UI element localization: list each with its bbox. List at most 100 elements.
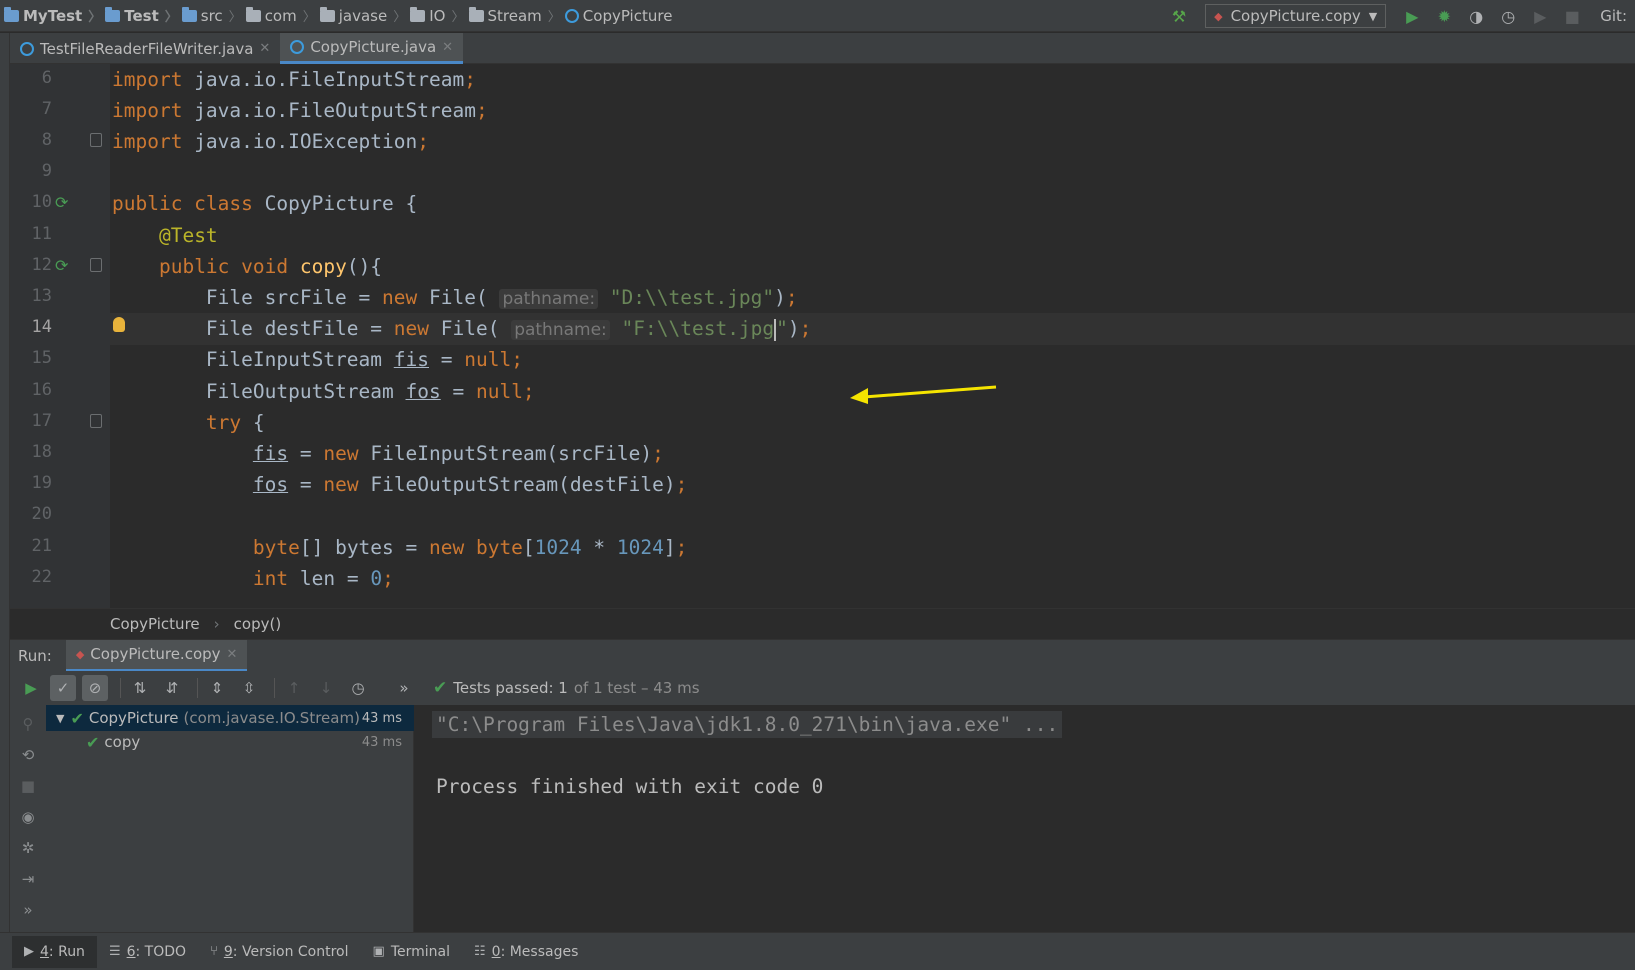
sort-by-duration-icon[interactable]: ⇵	[159, 675, 185, 701]
previous-failed-icon[interactable]: ↑	[281, 675, 307, 701]
run-side-toolbar: ⚲ ⟲ ■ ◉ ✲ ⇥ »	[10, 705, 46, 932]
stop-icon[interactable]: ■	[17, 775, 39, 797]
crumb-class[interactable]: CopyPicture	[561, 0, 672, 32]
next-failed-icon[interactable]: ↓	[313, 675, 339, 701]
export-icon[interactable]: ⇥	[17, 868, 39, 890]
tab-copypicture[interactable]: CopyPicture.java ✕	[280, 33, 464, 64]
tool-window-bar: ▶ 4: Run ☰ 6: TODO ⑂ 9: Version Control …	[0, 932, 1635, 970]
show-ignored-icon[interactable]: ⊘	[82, 675, 108, 701]
run-configuration-select[interactable]: ◆ CopyPicture.copy ▼	[1205, 4, 1387, 28]
build-hammer-icon[interactable]: ⚒	[1167, 4, 1191, 28]
code-line: File srcFile = new File( pathname: "D:\\…	[112, 286, 798, 309]
code-line: try {	[205, 411, 265, 434]
line-number: 13	[31, 286, 52, 306]
run-panel-header: Run: ◆ CopyPicture.copy ✕	[10, 639, 1635, 672]
chevron-right-icon: 〉	[88, 10, 102, 25]
package-icon	[245, 6, 261, 22]
tool-tab-terminal[interactable]: ▣ Terminal	[361, 936, 462, 968]
chevron-right-icon: 〉	[393, 10, 407, 25]
test-suite-row[interactable]: ▼ ✔ CopyPicture (com.javase.IO.Stream) 4…	[46, 705, 414, 731]
check-icon: ✔	[70, 708, 84, 728]
console-output[interactable]: "C:\Program Files\Java\jdk1.8.0_271\bin\…	[415, 705, 1635, 932]
lightbulb-icon[interactable]	[113, 317, 125, 332]
close-icon[interactable]: ✕	[259, 41, 270, 56]
run-icon[interactable]: ▶	[1400, 4, 1424, 28]
pin-tab-icon[interactable]: ⚲	[17, 713, 39, 735]
sort-alphabetically-icon[interactable]: ⇅	[127, 675, 153, 701]
crumb-module[interactable]: Test 〉	[101, 0, 178, 32]
tool-tab-version-control[interactable]: ⑂ 9: Version Control	[198, 936, 360, 968]
console-command-line[interactable]: "C:\Program Files\Java\jdk1.8.0_271\bin\…	[432, 711, 1063, 738]
code-line: @Test	[158, 224, 218, 247]
chevron-right-icon: 〉	[451, 10, 465, 25]
fold-marker-icon[interactable]	[90, 133, 102, 147]
run-test-gutter-icon[interactable]: ⟳	[55, 193, 68, 212]
collapse-all-icon[interactable]: ⇳	[236, 675, 262, 701]
tool-tab-run[interactable]: ▶ 4: Run	[12, 935, 97, 968]
debug-bug-icon[interactable]: ✹	[1432, 4, 1456, 28]
profile-icon[interactable]: ◷	[1496, 4, 1520, 28]
code-line: import java.io.FileOutputStream;	[112, 99, 488, 122]
run-toolbar: ▶ ✓ ⊘ ⇅ ⇵ ⇕ ⇳ ↑ ↓ ◷ » ✔ Tests passed: 1 …	[10, 671, 1635, 705]
tool-tab-messages[interactable]: ☷ 0: Messages	[462, 936, 590, 968]
package-icon	[319, 6, 335, 22]
crumb-com[interactable]: com 〉	[242, 0, 316, 32]
list-icon: ☰	[108, 944, 121, 959]
editor-breadcrumb: CopyPicture › copy()	[10, 608, 1635, 638]
java-class-icon	[290, 40, 305, 54]
console-exit-message: Process finished with exit code 0	[436, 775, 824, 798]
close-icon[interactable]: ✕	[442, 40, 453, 55]
line-number: 18	[31, 442, 52, 462]
code-editor[interactable]: 6 7 8 9 10 ⟳ 11 12 ⟳ 13 14 15 16 17 18 19 …	[10, 64, 1635, 608]
crumb-javase[interactable]: javase 〉	[316, 0, 407, 32]
test-case-row[interactable]: ✔ copy 43 ms	[46, 729, 414, 755]
parameter-hint: pathname:	[499, 289, 599, 309]
test-history-icon[interactable]: ◷	[345, 675, 371, 701]
breadcrumb-class[interactable]: CopyPicture	[110, 615, 200, 633]
chevron-down-icon: ▼	[1368, 9, 1378, 23]
line-number: 22	[31, 567, 52, 587]
crumb-project[interactable]: MyTest 〉	[0, 0, 101, 32]
expand-all-icon[interactable]: ⇕	[204, 675, 230, 701]
crumb-io[interactable]: IO 〉	[406, 0, 465, 32]
breadcrumb-method[interactable]: copy()	[234, 615, 282, 633]
rerun-icon[interactable]: ▶	[18, 675, 44, 701]
crumb-stream[interactable]: Stream 〉	[465, 0, 561, 32]
tab-testfilereaderfilewriter[interactable]: TestFileReaderFileWriter.java ✕	[10, 33, 280, 64]
coverage-icon[interactable]: ◑	[1464, 4, 1488, 28]
resume-disabled-icon[interactable]: ▶	[1528, 4, 1552, 28]
crumb-src[interactable]: src 〉	[178, 0, 242, 32]
code-line: public class CopyPicture {	[112, 192, 418, 215]
code-line: fis = new FileInputStream(srcFile);	[252, 442, 664, 465]
tests-passed-status: ✔ Tests passed: 1 of 1 test – 43 ms	[433, 678, 700, 698]
package-icon	[410, 6, 426, 22]
line-number: 6	[41, 68, 52, 88]
expand-triangle-icon[interactable]: ▼	[56, 712, 64, 725]
line-number: 20	[31, 504, 52, 524]
more-icon[interactable]: »	[17, 899, 39, 921]
module-folder-icon	[105, 6, 121, 22]
left-tool-strip	[0, 33, 10, 933]
tool-tab-todo[interactable]: ☰ 6: TODO	[97, 936, 198, 968]
more-actions-icon[interactable]: »	[391, 675, 417, 701]
fold-marker-icon[interactable]	[90, 414, 102, 428]
rerun-failed-icon[interactable]: ⟲	[17, 744, 39, 766]
line-number: 7	[41, 99, 52, 119]
toolbar-separator	[197, 678, 198, 698]
annotation-arrow-icon	[850, 385, 997, 404]
camera-icon[interactable]: ◉	[17, 806, 39, 828]
show-passed-icon[interactable]: ✓	[50, 675, 76, 701]
line-number: 8	[41, 130, 52, 150]
close-icon[interactable]: ✕	[227, 647, 238, 662]
terminal-icon: ▣	[372, 944, 385, 959]
stop-disabled-icon[interactable]: ■	[1560, 4, 1584, 28]
run-tab-copypicture-copy[interactable]: ◆ CopyPicture.copy ✕	[65, 639, 248, 672]
run-test-gutter-icon[interactable]: ⟳	[55, 256, 68, 275]
line-number: 15	[31, 348, 52, 368]
parameter-hint: pathname:	[511, 320, 610, 340]
main-toolbar: ⚒ ◆ CopyPicture.copy ▼ ▶ ✹ ◑ ◷ ▶ ■ Git:	[1163, 0, 1635, 32]
settings-gear-icon[interactable]: ✲	[17, 837, 39, 859]
chevron-right-icon: 〉	[547, 10, 561, 25]
editor-tab-bar: TestFileReaderFileWriter.java ✕ CopyPict…	[10, 33, 1635, 64]
fold-marker-icon[interactable]	[90, 258, 102, 272]
